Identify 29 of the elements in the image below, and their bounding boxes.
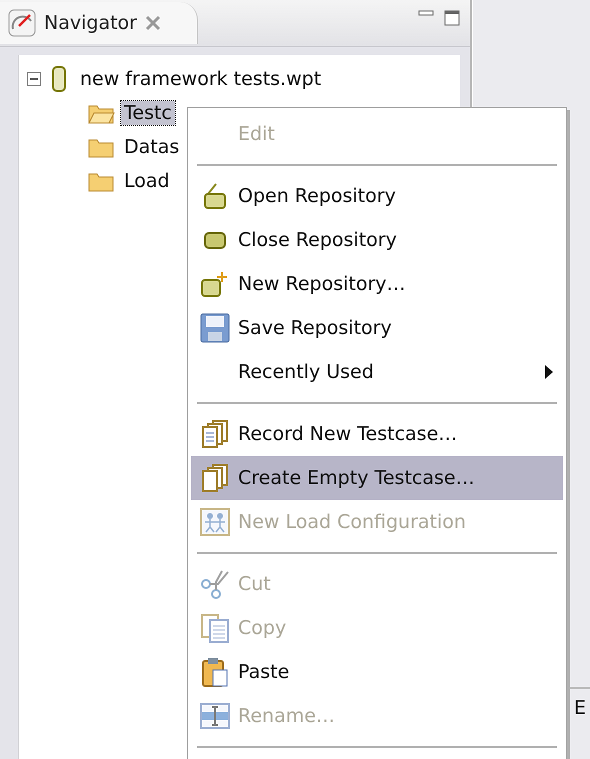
save-icon bbox=[200, 313, 230, 343]
new-repository-icon bbox=[200, 270, 230, 298]
gauge-icon bbox=[8, 9, 36, 37]
menu-item[interactable]: Open Repository bbox=[191, 174, 563, 218]
copy-icon bbox=[200, 613, 230, 643]
tree-item[interactable]: Datas bbox=[121, 135, 182, 159]
menu-item[interactable]: Create Empty Testcase… bbox=[191, 456, 563, 500]
menu-item[interactable]: Save Repository bbox=[191, 306, 563, 350]
menu-item[interactable]: Record New Testcase… bbox=[191, 412, 563, 456]
pages-icon bbox=[201, 420, 229, 448]
tree-item[interactable]: Testc bbox=[121, 101, 175, 125]
pages-icon bbox=[201, 464, 229, 492]
scissors-icon bbox=[200, 569, 230, 599]
menu-item[interactable]: Close Repository bbox=[191, 218, 563, 262]
tree-item[interactable]: new framework tests.wpt bbox=[77, 67, 324, 91]
menu-item[interactable]: New Repository… bbox=[191, 262, 563, 306]
menu-item[interactable]: Paste bbox=[191, 650, 563, 694]
tree-item[interactable]: Load bbox=[121, 169, 173, 193]
people-icon bbox=[200, 508, 230, 536]
tab-title: Navigator bbox=[44, 12, 137, 34]
repository-icon bbox=[202, 182, 228, 210]
close-icon[interactable] bbox=[144, 15, 161, 31]
navigator-tab[interactable]: Navigator bbox=[0, 2, 198, 44]
maximize-icon[interactable] bbox=[444, 10, 460, 26]
menu-item[interactable]: Recently Used bbox=[191, 350, 563, 394]
repository-icon bbox=[202, 230, 228, 250]
rename-icon bbox=[200, 701, 230, 731]
collapse-icon[interactable] bbox=[27, 72, 41, 86]
clipboard-icon bbox=[201, 657, 229, 687]
